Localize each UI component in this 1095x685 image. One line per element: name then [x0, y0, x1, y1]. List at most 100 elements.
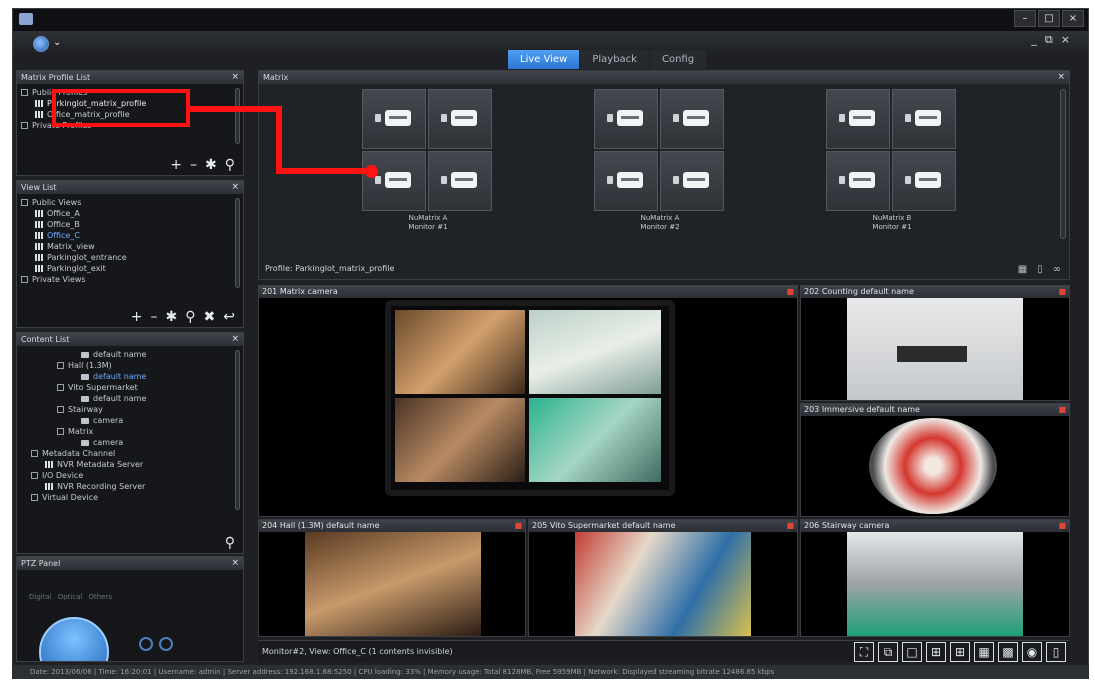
tree-item[interactable]: Parkinglot_exit — [21, 263, 239, 274]
add-icon[interactable]: + — [170, 158, 182, 172]
tree-item[interactable]: Public Views — [21, 197, 239, 208]
restore-icon[interactable]: ⧉ — [1045, 33, 1053, 47]
copy-icon[interactable]: ⧉ — [878, 642, 898, 662]
tree-item[interactable]: camera — [21, 415, 239, 426]
zoom-out-button[interactable] — [159, 637, 173, 651]
video-tile[interactable]: 203 Immersive default name ■ — [800, 403, 1070, 517]
maximize-icon[interactable]: □ — [1038, 10, 1060, 27]
panel-header: Matrix Profile List × — [17, 71, 243, 84]
tab-optical[interactable]: Optical — [58, 593, 83, 601]
folder-icon — [31, 450, 38, 457]
matrix-cell[interactable] — [594, 151, 658, 211]
camera-feed-image — [305, 532, 481, 636]
minimize-icon[interactable]: _ — [1031, 33, 1037, 47]
chevron-down-icon[interactable]: ⌄ — [53, 37, 61, 48]
settings-icon[interactable]: ✱ — [166, 310, 178, 324]
close-icon[interactable]: × — [231, 181, 239, 194]
matrix-cell[interactable] — [428, 151, 492, 211]
matrix-cell[interactable] — [892, 89, 956, 149]
matrix-cell[interactable] — [660, 151, 724, 211]
tree-item[interactable]: Metadata Channel — [21, 448, 239, 459]
matrix-cell[interactable] — [826, 89, 890, 149]
tree-item[interactable]: Office_B — [21, 219, 239, 230]
matrix-cell[interactable] — [362, 89, 426, 149]
camera-icon — [81, 395, 89, 402]
remove-icon[interactable]: – — [151, 310, 158, 324]
search-icon[interactable]: ⚲ — [185, 310, 195, 324]
tree-item[interactable]: Stairway — [21, 404, 239, 415]
matrix-cell[interactable] — [892, 151, 956, 211]
layout-1p3-icon[interactable]: ⊞ — [950, 642, 970, 662]
plug-icon — [375, 114, 381, 122]
tree-item[interactable]: Parkinglot_entrance — [21, 252, 239, 263]
ptz-joystick[interactable] — [39, 617, 109, 661]
scrollbar[interactable] — [235, 88, 240, 144]
video-tile[interactable]: 201 Matrix camera ■ — [258, 285, 798, 517]
settings-icon[interactable]: ✱ — [205, 158, 217, 172]
layout-3x3-icon[interactable]: ▦ — [974, 642, 994, 662]
tree-item[interactable]: Hall (1.3M) — [21, 360, 239, 371]
matrix-cell[interactable] — [826, 151, 890, 211]
close-icon[interactable]: × — [231, 333, 239, 346]
tree-item-selected[interactable]: Office_C — [21, 230, 239, 241]
tree-item[interactable]: NVR Recording Server — [21, 481, 239, 492]
close-icon[interactable]: × — [1062, 10, 1084, 27]
minimize-icon[interactable]: – — [1014, 10, 1036, 27]
remove-icon[interactable]: – — [190, 158, 197, 172]
view-tools: + – ✱ ⚲ ✖ ↩ — [131, 310, 235, 324]
search-icon[interactable]: ⚲ — [225, 536, 235, 550]
close-icon[interactable]: × — [1057, 71, 1065, 84]
app-globe-icon[interactable] — [33, 36, 49, 52]
layout-1x1-icon[interactable]: □ — [902, 642, 922, 662]
close-icon[interactable]: × — [231, 557, 239, 570]
matrix-map-icon[interactable]: ▦ — [1018, 264, 1027, 275]
tab-config[interactable]: Config — [649, 50, 707, 69]
matrix-cell[interactable] — [660, 89, 724, 149]
tree-item[interactable]: default name — [21, 393, 239, 404]
tab-live-view[interactable]: Live View — [508, 50, 580, 69]
tree-item[interactable]: NVR Metadata Server — [21, 459, 239, 470]
layout-custom-icon[interactable]: ▩ — [998, 642, 1018, 662]
search-icon[interactable]: ⚲ — [225, 158, 235, 172]
tree-item[interactable]: Private Views — [21, 274, 239, 285]
snapshot-icon[interactable]: ◉ — [1022, 642, 1042, 662]
tab-playback[interactable]: Playback — [580, 50, 649, 69]
camera-feed-image — [575, 532, 751, 636]
matrix-cell[interactable] — [594, 89, 658, 149]
video-tile[interactable]: 204 Hall (1.3M) default name ■ — [258, 519, 526, 637]
link-icon[interactable]: ∞ — [1053, 264, 1061, 275]
matrix-cell[interactable] — [362, 151, 426, 211]
tree-item[interactable]: Vito Supermarket — [21, 382, 239, 393]
scrollbar[interactable] — [235, 198, 240, 288]
add-icon[interactable]: + — [131, 310, 143, 324]
scrollbar[interactable] — [235, 350, 240, 510]
trash-icon[interactable]: ▯ — [1046, 642, 1066, 662]
tree-item[interactable]: Matrix — [21, 426, 239, 437]
export-icon[interactable]: ↩ — [223, 310, 235, 324]
matrix-cell[interactable] — [428, 89, 492, 149]
video-tile[interactable]: 205 Vito Supermarket default name ■ — [528, 519, 798, 637]
tree-item[interactable]: camera — [21, 437, 239, 448]
tree-item[interactable]: Virtual Device — [21, 492, 239, 503]
tree-item-selected[interactable]: default name — [21, 371, 239, 382]
layout-2x2-icon[interactable]: ⊞ — [926, 642, 946, 662]
plug-icon — [673, 176, 679, 184]
fullscreen-icon[interactable]: ⛶ — [854, 642, 874, 662]
tree-item[interactable]: Matrix_view — [21, 241, 239, 252]
trash-icon[interactable]: ▯ — [1037, 264, 1043, 275]
video-tile[interactable]: 202 Counting default name ■ — [800, 285, 1070, 401]
monitor-icon — [617, 110, 643, 126]
tools-icon[interactable]: ✖ — [204, 310, 216, 324]
tree-item[interactable]: I/O Device — [21, 470, 239, 481]
close-icon[interactable]: × — [231, 71, 239, 84]
panel-header: View List × — [17, 181, 243, 194]
tree-item[interactable]: Office_A — [21, 208, 239, 219]
video-tile[interactable]: 206 Stairway camera ■ — [800, 519, 1070, 637]
tab-others[interactable]: Others — [88, 593, 112, 601]
close-icon[interactable]: × — [1061, 33, 1070, 47]
zoom-in-button[interactable] — [139, 637, 153, 651]
tab-digital[interactable]: Digital — [29, 593, 52, 601]
scrollbar[interactable] — [1060, 89, 1066, 239]
tree-item[interactable]: default name — [21, 349, 239, 360]
monitor-icon — [683, 172, 709, 188]
